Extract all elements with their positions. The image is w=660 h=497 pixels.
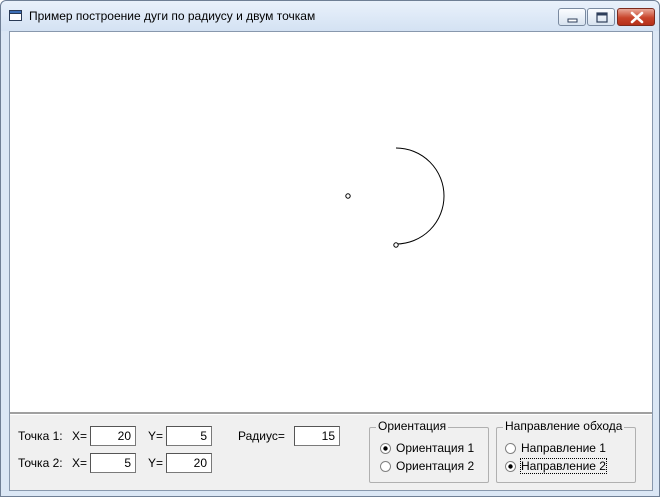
close-icon [630,11,644,24]
orientation-group-title: Ориентация [376,419,449,433]
point1-y-input[interactable] [166,426,212,446]
direction-option-2-label: Направление 2 [520,458,607,474]
point2-x-input[interactable] [90,453,136,473]
orientation-option-2-label: Ориентация 2 [396,459,475,473]
panel-separator [10,412,652,415]
radius-label: Радиус= [238,429,285,443]
point1-label: Точка 1: [18,429,63,443]
point1-y-label: Y= [148,429,164,443]
radio-unselected-icon [380,461,391,472]
client-area: Точка 1: X= Y= Точка 2: X= Y= Радиус= Ор… [9,31,653,491]
app-window: Пример построение дуги по радиусу и двум… [0,0,660,497]
radio-unselected-icon [505,443,516,454]
arc-endpoint-marker [393,242,399,248]
maximize-button[interactable] [587,8,615,26]
window-title: Пример построение дуги по радиусу и двум… [29,9,316,23]
direction-group: Направление обхода Направление 1 Направл… [496,419,636,483]
point2-y-input[interactable] [166,453,212,473]
radio-selected-icon [380,443,391,454]
maximize-icon [596,12,608,23]
arc-drawing [345,147,445,248]
radius-input[interactable] [294,426,340,446]
drawing-canvas[interactable] [10,32,652,412]
point2-label: Точка 2: [18,456,63,470]
direction-option-1-label: Направление 1 [521,441,606,455]
point2-x-label: X= [72,456,88,470]
arc-path [395,147,445,245]
orientation-group: Ориентация Ориентация 1 Ориентация 2 [369,419,489,483]
orientation-option-1-label: Ориентация 1 [396,441,475,455]
radio-selected-icon [505,461,516,472]
arc-center-marker [345,193,351,199]
direction-group-title: Направление обхода [503,419,625,433]
point1-x-label: X= [72,429,88,443]
app-window-icon[interactable] [9,10,22,21]
close-button[interactable] [617,8,655,26]
point2-y-label: Y= [148,456,164,470]
point1-x-input[interactable] [90,426,136,446]
minimize-button[interactable] [558,8,586,26]
title-bar[interactable]: Пример построение дуги по радиусу и двум… [1,1,659,31]
minimize-icon [567,18,578,23]
